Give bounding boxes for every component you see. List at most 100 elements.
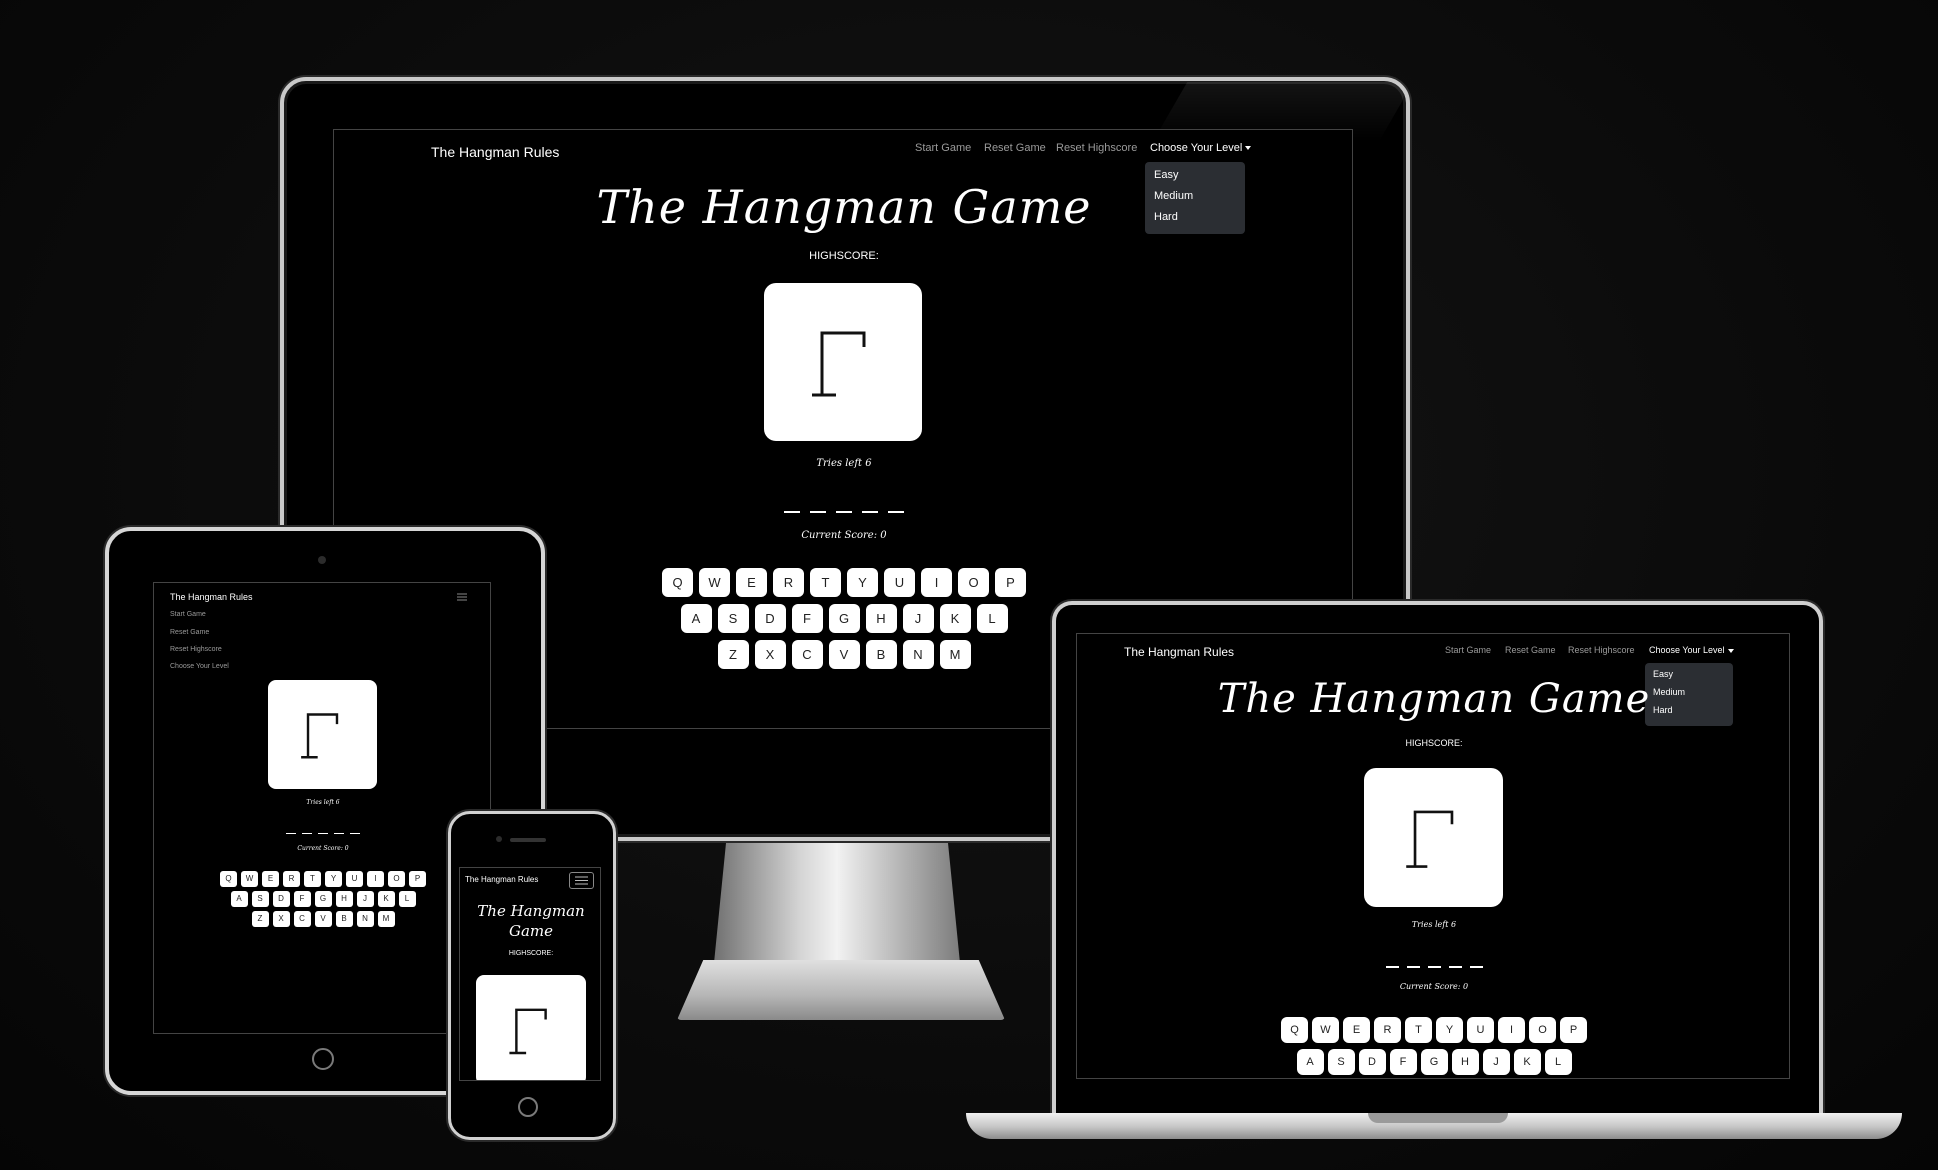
menu-toggle-button[interactable]: [569, 872, 594, 889]
key-h[interactable]: H: [335, 891, 353, 907]
key-d[interactable]: D: [272, 891, 290, 907]
key-k[interactable]: K: [939, 604, 971, 633]
key-t[interactable]: T: [1405, 1017, 1432, 1043]
key-h[interactable]: H: [865, 604, 897, 633]
nav-reset-highscore[interactable]: Reset Highscore: [1056, 142, 1137, 154]
nav-reset-highscore[interactable]: Reset Highscore: [1568, 645, 1635, 655]
key-i[interactable]: I: [1498, 1017, 1525, 1043]
key-t[interactable]: T: [304, 871, 321, 887]
key-k[interactable]: K: [1513, 1049, 1541, 1075]
key-i[interactable]: I: [921, 568, 952, 597]
tablet-screen: The Hangman Rules Start Game Reset Game …: [153, 582, 491, 1034]
nav-reset-game[interactable]: Reset Game: [984, 142, 1046, 154]
key-o[interactable]: O: [1529, 1017, 1556, 1043]
key-e[interactable]: E: [262, 871, 279, 887]
nav-reset-highscore[interactable]: Reset Highscore: [170, 646, 222, 653]
key-m[interactable]: M: [377, 911, 395, 927]
tries-left: Tries left 6: [816, 458, 872, 469]
key-w[interactable]: W: [1312, 1017, 1339, 1043]
key-r[interactable]: R: [773, 568, 804, 597]
nav-choose-level[interactable]: Choose Your Level: [1649, 645, 1734, 655]
nav-start-game[interactable]: Start Game: [170, 611, 206, 618]
keyboard-row-1: Q W E R T Y U I O P: [154, 871, 490, 887]
key-l[interactable]: L: [1544, 1049, 1572, 1075]
key-d[interactable]: D: [1358, 1049, 1386, 1075]
nav-brand[interactable]: The Hangman Rules: [1124, 645, 1234, 659]
key-j[interactable]: J: [356, 891, 374, 907]
key-a[interactable]: A: [230, 891, 248, 907]
highscore-label: HIGHSCORE:: [508, 950, 554, 957]
key-f[interactable]: F: [1389, 1049, 1417, 1075]
key-y[interactable]: Y: [325, 871, 342, 887]
key-b[interactable]: B: [335, 911, 353, 927]
key-k[interactable]: K: [377, 891, 395, 907]
key-j[interactable]: J: [902, 604, 934, 633]
word-placeholder: [1077, 966, 1789, 968]
key-q[interactable]: Q: [1281, 1017, 1308, 1043]
key-s[interactable]: S: [717, 604, 749, 633]
key-u[interactable]: U: [346, 871, 363, 887]
key-a[interactable]: A: [1296, 1049, 1324, 1075]
nav-start-game[interactable]: Start Game: [1445, 645, 1491, 655]
key-c[interactable]: C: [293, 911, 311, 927]
key-a[interactable]: A: [680, 604, 712, 633]
key-t[interactable]: T: [810, 568, 841, 597]
tablet-home-button[interactable]: [312, 1048, 334, 1070]
key-r[interactable]: R: [1374, 1017, 1401, 1043]
key-w[interactable]: W: [241, 871, 258, 887]
key-d[interactable]: D: [754, 604, 786, 633]
key-u[interactable]: U: [1467, 1017, 1494, 1043]
key-h[interactable]: H: [1451, 1049, 1479, 1075]
key-u[interactable]: U: [884, 568, 915, 597]
key-n[interactable]: N: [356, 911, 374, 927]
nav-choose-level[interactable]: Choose Your Level: [170, 663, 229, 670]
nav-choose-level[interactable]: Choose Your Level: [1150, 142, 1252, 154]
key-q[interactable]: Q: [220, 871, 237, 887]
key-y[interactable]: Y: [847, 568, 878, 597]
nav-brand[interactable]: The Hangman Rules: [431, 144, 559, 160]
key-g[interactable]: G: [828, 604, 860, 633]
nav-reset-game[interactable]: Reset Game: [1505, 645, 1556, 655]
key-c[interactable]: C: [791, 640, 823, 669]
key-p[interactable]: P: [995, 568, 1026, 597]
key-f[interactable]: F: [293, 891, 311, 907]
key-e[interactable]: E: [736, 568, 767, 597]
key-z[interactable]: Z: [717, 640, 749, 669]
key-v[interactable]: V: [314, 911, 332, 927]
key-w[interactable]: W: [699, 568, 730, 597]
key-o[interactable]: O: [388, 871, 405, 887]
nav-start-game[interactable]: Start Game: [915, 142, 971, 154]
key-o[interactable]: O: [958, 568, 989, 597]
hamburger-icon[interactable]: [456, 592, 468, 602]
key-x[interactable]: X: [272, 911, 290, 927]
key-p[interactable]: P: [409, 871, 426, 887]
nav-reset-game[interactable]: Reset Game: [170, 629, 209, 636]
key-s[interactable]: S: [1327, 1049, 1355, 1075]
key-f[interactable]: F: [791, 604, 823, 633]
nav-brand[interactable]: The Hangman Rules: [465, 875, 538, 884]
key-v[interactable]: V: [828, 640, 860, 669]
key-s[interactable]: S: [251, 891, 269, 907]
phone-home-button[interactable]: [518, 1097, 538, 1117]
key-j[interactable]: J: [1482, 1049, 1510, 1075]
key-l[interactable]: L: [976, 604, 1008, 633]
gallows-icon: [1406, 810, 1454, 868]
key-l[interactable]: L: [398, 891, 416, 907]
key-r[interactable]: R: [283, 871, 300, 887]
key-y[interactable]: Y: [1436, 1017, 1463, 1043]
hamburger-icon: [575, 876, 588, 885]
key-n[interactable]: N: [902, 640, 934, 669]
nav-brand[interactable]: The Hangman Rules: [170, 592, 253, 602]
key-b[interactable]: B: [865, 640, 897, 669]
key-q[interactable]: Q: [662, 568, 693, 597]
key-g[interactable]: G: [314, 891, 332, 907]
key-g[interactable]: G: [1420, 1049, 1448, 1075]
key-e[interactable]: E: [1343, 1017, 1370, 1043]
key-i[interactable]: I: [367, 871, 384, 887]
key-z[interactable]: Z: [251, 911, 269, 927]
key-x[interactable]: X: [754, 640, 786, 669]
keyboard-row-1: Q W E R T Y U I O P: [1077, 1017, 1789, 1043]
key-m[interactable]: M: [939, 640, 971, 669]
letter-slot: [862, 511, 878, 513]
key-p[interactable]: P: [1560, 1017, 1587, 1043]
